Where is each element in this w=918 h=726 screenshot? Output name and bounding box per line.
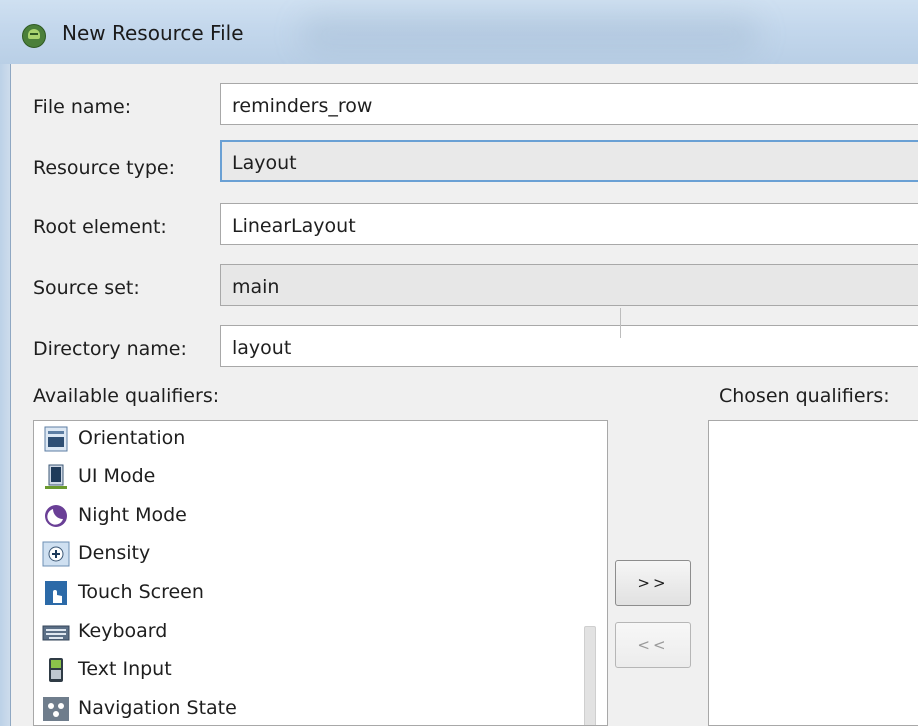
mouse-cursor-ibeam	[620, 308, 621, 338]
list-item-label: Keyboard	[78, 620, 168, 642]
list-item-keyboard[interactable]: Keyboard	[40, 616, 580, 652]
list-item-label: Night Mode	[78, 504, 187, 526]
list-item-label: Navigation State	[78, 697, 237, 719]
list-item-orientation[interactable]: Orientation	[40, 423, 580, 459]
directory-name-field[interactable]: layout	[220, 325, 918, 367]
directory-name-label: Directory name:	[33, 338, 187, 360]
resource-type-select[interactable]: Layout	[220, 140, 918, 182]
list-item-text-input[interactable]: Text Input	[40, 654, 580, 690]
root-element-field[interactable]: LinearLayout	[220, 203, 918, 245]
list-item-label: Text Input	[78, 658, 172, 680]
chosen-qualifiers-label: Chosen qualifiers:	[719, 385, 890, 407]
list-item-density[interactable]: Density	[40, 538, 580, 574]
root-element-label-text: Root element:	[33, 216, 167, 238]
keyboard-icon	[42, 625, 70, 641]
title-bar[interactable]: New Resource File	[0, 0, 918, 64]
resource-type-label: Resource type:	[33, 157, 175, 179]
orientation-icon	[44, 426, 68, 452]
navigation-state-icon	[43, 697, 69, 721]
remove-qualifier-button[interactable]: <<	[615, 622, 691, 668]
chosen-qualifiers-list[interactable]	[708, 420, 918, 726]
file-name-field[interactable]: reminders_row	[220, 83, 918, 125]
title-bar-glow	[300, 14, 760, 54]
list-item-label: UI Mode	[78, 465, 156, 487]
available-qualifiers-list[interactable]: Orientation UI Mode Night Mode Density T…	[33, 420, 608, 726]
night-mode-icon	[45, 505, 67, 527]
ui-mode-icon	[45, 464, 67, 489]
add-qualifier-button[interactable]: >>	[615, 560, 691, 606]
list-item-label: Density	[78, 542, 151, 564]
list-item-label: Orientation	[78, 427, 186, 449]
list-item-night-mode[interactable]: Night Mode	[40, 500, 580, 536]
window-frame-left	[0, 64, 10, 726]
density-icon	[42, 541, 70, 567]
list-item-ui-mode[interactable]: UI Mode	[40, 461, 580, 497]
file-name-label-text: File name:	[33, 96, 132, 118]
list-item-label: Touch Screen	[78, 581, 204, 603]
available-qualifiers-label: Available qualifiers:	[33, 385, 220, 407]
file-name-label: File name:	[33, 96, 131, 118]
directory-name-label-text: Directory name:	[33, 338, 187, 360]
touch-screen-icon	[45, 581, 67, 605]
android-studio-icon	[22, 24, 46, 48]
source-set-label: Source set:	[33, 277, 140, 299]
list-item-touch-screen[interactable]: Touch Screen	[40, 577, 580, 613]
list-scrollbar-thumb[interactable]	[584, 626, 596, 725]
resource-type-label-text: Resource type:	[33, 157, 176, 179]
list-item-navigation-state[interactable]: Navigation State	[40, 693, 580, 725]
source-set-label-text: Source set:	[33, 277, 140, 299]
window-title: New Resource File	[62, 21, 244, 45]
text-input-icon	[49, 658, 63, 682]
new-resource-file-dialog: New Resource File File name: reminders_r…	[0, 0, 918, 726]
source-set-field[interactable]: main	[220, 264, 918, 306]
root-element-label: Root element:	[33, 216, 167, 238]
